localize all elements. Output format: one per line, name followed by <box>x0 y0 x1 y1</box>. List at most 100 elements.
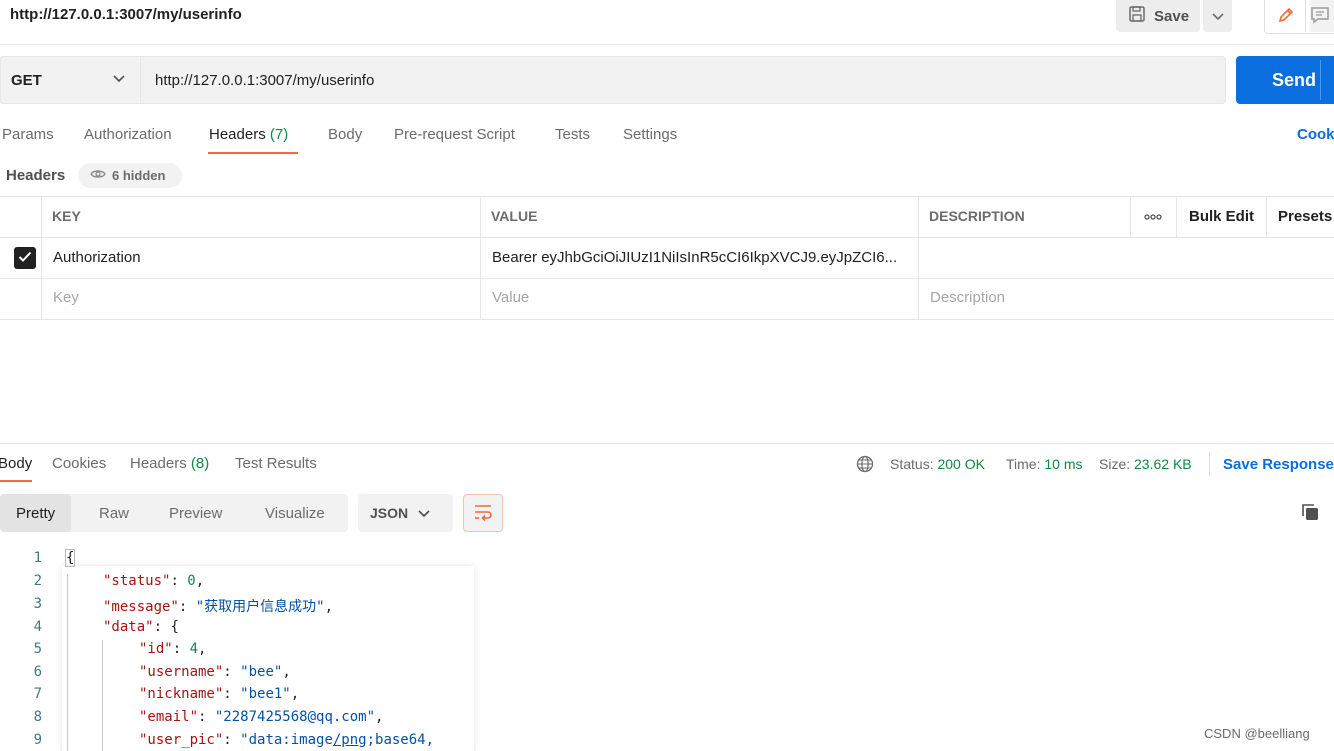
hidden-count-label: 6 hidden <box>112 168 166 183</box>
divider <box>0 443 1334 444</box>
json-key: "email" <box>139 709 199 725</box>
word-wrap-button[interactable] <box>463 494 503 532</box>
check-icon <box>18 250 32 266</box>
cookies-link[interactable]: Cook <box>1297 126 1334 143</box>
header-key-cell[interactable]: Authorization <box>53 249 141 266</box>
divider <box>1266 196 1267 237</box>
code-line[interactable]: "status": 0, <box>103 573 204 589</box>
column-header-description: DESCRIPTION <box>929 208 1025 224</box>
divider <box>480 196 481 320</box>
code-line[interactable]: "id": 4, <box>139 641 206 657</box>
headers-section-title: Headers <box>6 167 66 184</box>
line-number: 6 <box>33 664 42 680</box>
status-value: 200 OK <box>937 456 985 472</box>
watermark: CSDN @beelliang <box>1204 726 1310 741</box>
line-number: 4 <box>33 619 42 635</box>
code-line[interactable]: "user_pic": "data:image/png;base64, <box>139 732 434 748</box>
view-visualize-button[interactable]: Visualize <box>265 494 325 532</box>
size-label: Size: <box>1099 456 1131 472</box>
divider <box>0 319 1334 320</box>
edit-documentation-button[interactable] <box>1266 0 1306 32</box>
format-label: JSON <box>370 505 409 521</box>
tab-body[interactable]: Body <box>328 126 362 143</box>
divider <box>0 196 1334 197</box>
column-header-value: VALUE <box>491 208 538 224</box>
more-options-icon[interactable] <box>1143 210 1163 226</box>
new-key-input[interactable]: Key <box>53 289 79 306</box>
divider <box>41 196 42 320</box>
method-label: GET <box>11 71 42 89</box>
bulk-edit-button[interactable]: Bulk Edit <box>1189 208 1254 225</box>
response-time[interactable]: Time: 10 ms <box>1006 456 1083 472</box>
code-line[interactable]: "nickname": "bee1", <box>139 686 299 702</box>
save-label: Save <box>1154 7 1190 25</box>
json-key: "data" <box>103 619 154 635</box>
tab-tests[interactable]: Tests <box>555 126 590 143</box>
response-tab-headers-label: Headers <box>130 455 187 472</box>
json-value: 0 <box>187 573 196 589</box>
new-value-input[interactable]: Value <box>492 289 529 306</box>
time-label: Time: <box>1006 456 1041 472</box>
response-tab-headers[interactable]: Headers (8) <box>130 455 209 472</box>
response-size[interactable]: Size: 23.62 KB <box>1099 456 1192 472</box>
code-line[interactable]: { <box>64 549 76 567</box>
line-number: 1 <box>33 550 42 566</box>
code-line[interactable]: "username": "bee", <box>139 664 291 680</box>
json-key: "message" <box>103 599 179 615</box>
pencil-icon <box>1277 6 1295 27</box>
chevron-down-icon <box>418 505 430 521</box>
save-button[interactable]: Save <box>1116 0 1200 32</box>
divider <box>0 278 1334 279</box>
line-number: 9 <box>33 732 42 748</box>
copy-icon[interactable] <box>1300 502 1320 525</box>
request-title[interactable]: http://127.0.0.1:3007/my/userinfo <box>10 6 242 23</box>
active-tab-indicator <box>208 152 298 154</box>
response-tab-body[interactable]: Body <box>0 455 32 472</box>
wrap-lines-icon <box>473 503 493 524</box>
view-preview-button[interactable]: Preview <box>169 494 222 532</box>
url-input[interactable]: http://127.0.0.1:3007/my/userinfo <box>140 56 1226 104</box>
indent-guide <box>102 640 103 751</box>
new-description-input[interactable]: Description <box>930 289 1005 306</box>
header-enabled-checkbox[interactable] <box>14 247 36 269</box>
json-key: "id" <box>139 641 173 657</box>
tab-params[interactable]: Params <box>2 126 54 143</box>
tab-authorization[interactable]: Authorization <box>84 126 172 143</box>
code-line[interactable]: "email": "2287425568@qq.com", <box>139 709 383 725</box>
response-tab-headers-count: (8) <box>190 455 210 472</box>
code-line[interactable]: "message": "获取用户信息成功", <box>103 596 333 616</box>
tab-headers-count: (7) <box>269 126 289 143</box>
json-key: "nickname" <box>139 686 224 702</box>
format-select[interactable]: JSON <box>358 494 453 532</box>
tab-headers[interactable]: Headers (7) <box>209 126 288 143</box>
tab-headers-label: Headers <box>209 126 266 143</box>
header-value-cell[interactable]: Bearer eyJhbGciOiJIUzI1NiIsInR5cCI6IkpXV… <box>492 249 912 266</box>
status-label: Status: <box>890 456 934 472</box>
presets-button[interactable]: Presets <box>1278 208 1332 225</box>
divider <box>1130 196 1131 237</box>
hidden-headers-toggle[interactable]: 6 hidden <box>78 163 182 188</box>
json-value: ;base64, <box>366 732 435 748</box>
save-response-button[interactable]: Save Response <box>1223 456 1334 473</box>
comments-button[interactable] <box>1310 0 1334 32</box>
json-value: "bee" <box>240 664 283 680</box>
response-status[interactable]: Status: 200 OK <box>890 456 985 472</box>
response-tab-test-results[interactable]: Test Results <box>235 455 317 472</box>
globe-icon[interactable] <box>856 455 874 476</box>
size-value: 23.62 KB <box>1134 456 1192 472</box>
save-options-button[interactable] <box>1203 0 1232 32</box>
response-tab-cookies[interactable]: Cookies <box>52 455 106 472</box>
indent-guide <box>67 574 68 751</box>
json-key: "user_pic" <box>139 732 224 748</box>
code-brace: { <box>170 619 179 635</box>
save-icon <box>1128 5 1146 27</box>
code-line[interactable]: "data": { <box>103 619 179 635</box>
tab-settings[interactable]: Settings <box>623 126 677 143</box>
json-value: "data:image <box>240 732 333 748</box>
view-pretty-button[interactable]: Pretty <box>0 494 72 532</box>
divider <box>0 237 1334 238</box>
tab-prerequest-script[interactable]: Pre-request Script <box>394 126 515 143</box>
json-key: "status" <box>103 573 171 589</box>
view-raw-button[interactable]: Raw <box>99 494 129 532</box>
json-value-link[interactable]: /png <box>333 732 367 748</box>
